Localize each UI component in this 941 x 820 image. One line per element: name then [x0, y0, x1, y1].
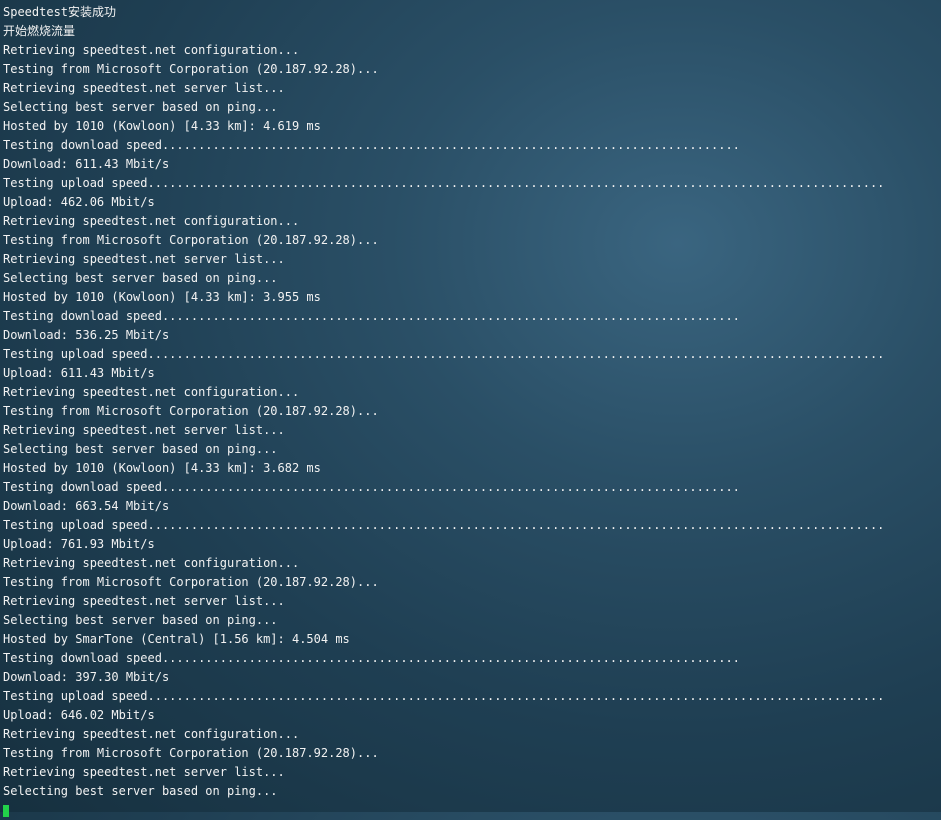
- terminal-line: Testing from Microsoft Corporation (20.1…: [3, 233, 379, 247]
- terminal-line: Retrieving speedtest.net configuration..…: [3, 214, 300, 228]
- terminal-line: Testing upload speed....................…: [3, 518, 885, 532]
- terminal-line: Testing from Microsoft Corporation (20.1…: [3, 404, 379, 418]
- text-cursor: [3, 805, 9, 817]
- terminal-line: Selecting best server based on ping...: [3, 271, 278, 285]
- terminal-line: Download: 611.43 Mbit/s: [3, 157, 170, 171]
- terminal-line: Retrieving speedtest.net server list...: [3, 81, 285, 95]
- terminal-line: Retrieving speedtest.net server list...: [3, 594, 285, 608]
- terminal-line: Speedtest安装成功: [3, 5, 117, 19]
- terminal-line: Retrieving speedtest.net server list...: [3, 765, 285, 779]
- terminal-line: Retrieving speedtest.net configuration..…: [3, 727, 300, 741]
- terminal-line: Retrieving speedtest.net server list...: [3, 423, 285, 437]
- terminal-line: Testing from Microsoft Corporation (20.1…: [3, 62, 379, 76]
- terminal-line: Retrieving speedtest.net configuration..…: [3, 43, 300, 57]
- terminal-line: Selecting best server based on ping...: [3, 784, 278, 798]
- terminal-line: Testing download speed..................…: [3, 651, 740, 665]
- terminal-line: 开始燃烧流量: [3, 24, 76, 38]
- terminal-prompt-line[interactable]: [3, 801, 941, 820]
- terminal-line: Hosted by 1010 (Kowloon) [4.33 km]: 3.68…: [3, 461, 321, 475]
- terminal-line: Upload: 611.43 Mbit/s: [3, 366, 155, 380]
- terminal-line: Upload: 761.93 Mbit/s: [3, 537, 155, 551]
- terminal-line: Selecting best server based on ping...: [3, 442, 278, 456]
- terminal-line: Hosted by 1010 (Kowloon) [4.33 km]: 4.61…: [3, 119, 321, 133]
- terminal-line: Download: 536.25 Mbit/s: [3, 328, 170, 342]
- terminal-line: Retrieving speedtest.net configuration..…: [3, 556, 300, 570]
- terminal-line: Testing upload speed....................…: [3, 176, 885, 190]
- terminal-line: Download: 397.30 Mbit/s: [3, 670, 170, 684]
- terminal-line: Testing download speed..................…: [3, 309, 740, 323]
- terminal-line: Hosted by 1010 (Kowloon) [4.33 km]: 3.95…: [3, 290, 321, 304]
- terminal-line: Testing from Microsoft Corporation (20.1…: [3, 746, 379, 760]
- terminal-line: Upload: 462.06 Mbit/s: [3, 195, 155, 209]
- terminal-line: Retrieving speedtest.net configuration..…: [3, 385, 300, 399]
- terminal-output: Speedtest安装成功 开始燃烧流量 Retrieving speedtest.…: [3, 3, 941, 801]
- terminal-line: Testing upload speed....................…: [3, 689, 885, 703]
- terminal-line: Selecting best server based on ping...: [3, 100, 278, 114]
- terminal-line: Retrieving speedtest.net server list...: [3, 252, 285, 266]
- terminal-line: Selecting best server based on ping...: [3, 613, 278, 627]
- terminal-line: Testing download speed..................…: [3, 138, 740, 152]
- terminal-line: Testing download speed..................…: [3, 480, 740, 494]
- terminal-line: Hosted by SmarTone (Central) [1.56 km]: …: [3, 632, 350, 646]
- terminal-line: Testing upload speed....................…: [3, 347, 885, 361]
- terminal-window[interactable]: Speedtest安装成功 开始燃烧流量 Retrieving speedtest.…: [0, 0, 941, 817]
- terminal-line: Upload: 646.02 Mbit/s: [3, 708, 155, 722]
- terminal-line: Download: 663.54 Mbit/s: [3, 499, 170, 513]
- terminal-line: Testing from Microsoft Corporation (20.1…: [3, 575, 379, 589]
